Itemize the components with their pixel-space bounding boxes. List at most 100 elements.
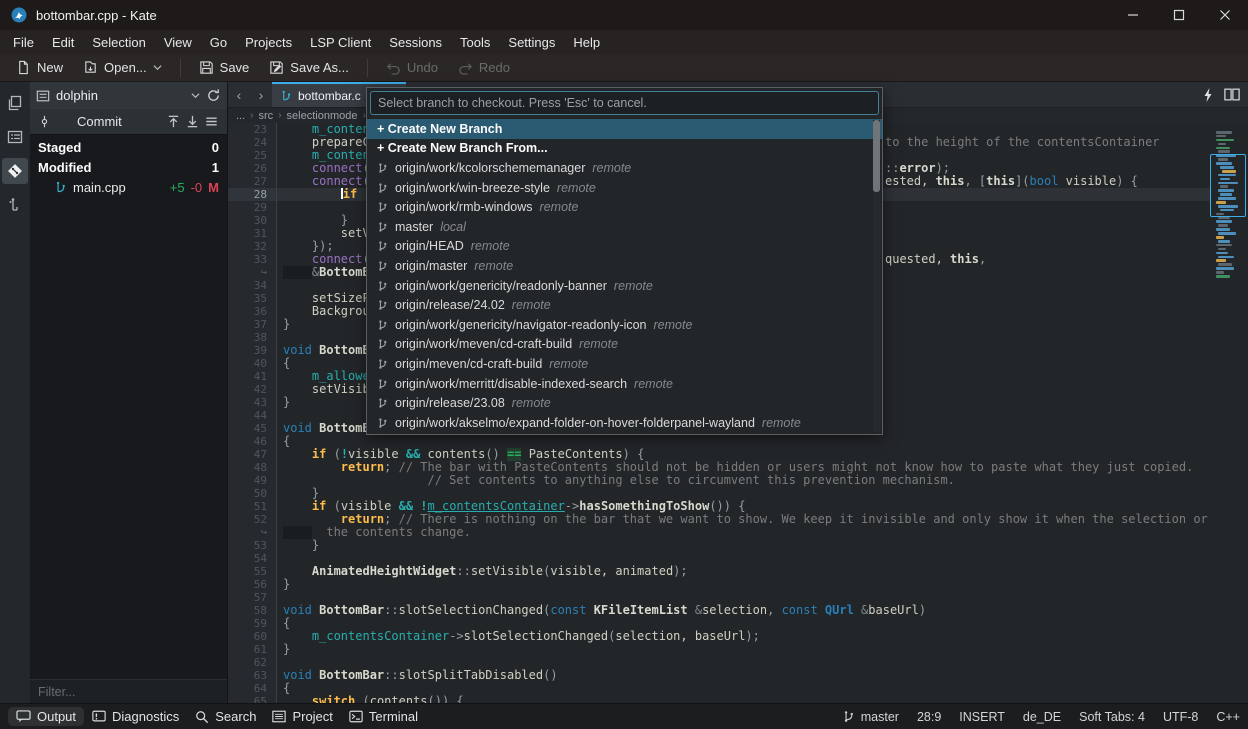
branch-item[interactable]: masterlocal <box>367 217 882 237</box>
highlight-mode[interactable]: C++ <box>1216 710 1240 724</box>
menu-projects[interactable]: Projects <box>236 32 301 53</box>
code-line-51[interactable]: 51 if (visible && !m_contentsContainer->… <box>228 500 1248 513</box>
menu-selection[interactable]: Selection <box>83 32 154 53</box>
branch-item[interactable]: origin/work/rmb-windowsremote <box>367 197 882 217</box>
branch-item[interactable]: origin/masterremote <box>367 256 882 276</box>
menu-edit[interactable]: Edit <box>43 32 83 53</box>
breadcrumb-item[interactable]: ... <box>236 110 245 122</box>
git-tool-icon[interactable] <box>2 158 28 184</box>
branch-action-item[interactable]: + Create New Branch From... <box>367 139 882 159</box>
code-line-62[interactable]: 62 <box>228 656 1248 669</box>
menu-view[interactable]: View <box>155 32 201 53</box>
branch-item[interactable]: origin/meven/cd-craft-buildremote <box>367 354 882 374</box>
back-button[interactable]: ‹ <box>228 82 250 107</box>
code-line-52[interactable]: 52 return; // There is nothing on the ba… <box>228 513 1248 526</box>
popup-scrollbar[interactable] <box>873 120 880 432</box>
close-button[interactable] <box>1202 0 1248 30</box>
new-button[interactable]: New <box>8 56 71 79</box>
lightning-icon[interactable] <box>1203 88 1214 102</box>
code-line-46[interactable]: 46{ <box>228 435 1248 448</box>
branch-item[interactable]: origin/work/genericity/navigator-readonl… <box>367 315 882 335</box>
project-list-icon[interactable] <box>2 124 28 150</box>
menu-tools[interactable]: Tools <box>451 32 499 53</box>
input-mode[interactable]: INSERT <box>959 710 1005 724</box>
code-line-53[interactable]: 53 } <box>228 539 1248 552</box>
save-as-button[interactable]: Save As... <box>261 56 357 79</box>
project-button[interactable]: Project <box>264 707 340 726</box>
modified-row[interactable]: Modified 1 <box>30 157 227 177</box>
branch-item[interactable]: origin/work/win-breeze-styleremote <box>367 178 882 198</box>
diagnostics-button[interactable]: Diagnostics <box>84 707 187 726</box>
output-button[interactable]: Output <box>8 707 84 726</box>
branch-item[interactable]: origin/work/genericity/readonly-bannerre… <box>367 276 882 296</box>
forward-button[interactable]: › <box>250 82 272 107</box>
branch-item[interactable]: origin/release/23.08remote <box>367 393 882 413</box>
dictionary[interactable]: de_DE <box>1023 710 1061 724</box>
code-line-48[interactable]: 48 return; // The bar with PasteContents… <box>228 461 1248 474</box>
menu-go[interactable]: Go <box>201 32 236 53</box>
branches-icon[interactable] <box>2 192 28 218</box>
push-icon[interactable] <box>166 114 181 129</box>
code-line-49[interactable]: 49 // Set contents to anything else to c… <box>228 474 1248 487</box>
code-line-47[interactable]: 47 if (!visible && contents() == PasteCo… <box>228 448 1248 461</box>
line-number: 31 <box>228 227 276 240</box>
code-line-63[interactable]: 63void BottomBar::slotSplitTabDisabled() <box>228 669 1248 682</box>
menu-lsp-client[interactable]: LSP Client <box>301 32 380 53</box>
menu-help[interactable]: Help <box>564 32 609 53</box>
code-line-56[interactable]: 56} <box>228 578 1248 591</box>
cursor-position[interactable]: 28:9 <box>917 710 941 724</box>
documents-icon[interactable] <box>2 90 28 116</box>
refresh-icon[interactable] <box>206 88 221 103</box>
branch-item[interactable]: origin/work/kcolorschememanagerremote <box>367 158 882 178</box>
save-button[interactable]: Save <box>191 56 258 79</box>
minimize-button[interactable] <box>1110 0 1156 30</box>
undo-button[interactable]: Undo <box>378 56 446 79</box>
branch-item[interactable]: origin/work/meven/cd-craft-buildremote <box>367 335 882 355</box>
code-line-57[interactable]: 57 <box>228 591 1248 604</box>
code-line-54[interactable]: 54 <box>228 552 1248 565</box>
menu-settings[interactable]: Settings <box>499 32 564 53</box>
breadcrumb-item[interactable]: selectionmode <box>287 110 358 122</box>
maximize-button[interactable] <box>1156 0 1202 30</box>
branch-item[interactable]: origin/work/akselmo/expand-folder-on-hov… <box>367 413 882 433</box>
code-line-wrap[interactable]: ↪ the contents change. <box>228 526 1248 539</box>
terminal-button[interactable]: Terminal <box>341 707 426 726</box>
status-bar: Output Diagnostics Search Project Termin… <box>0 703 1248 729</box>
branch-item[interactable]: origin/work/ <box>367 433 882 434</box>
git-menu-icon[interactable] <box>204 114 219 129</box>
menu-sessions[interactable]: Sessions <box>380 32 451 53</box>
project-selector[interactable]: dolphin <box>30 82 227 109</box>
branch-search-input[interactable] <box>370 91 879 115</box>
code-line-60[interactable]: 60 m_contentsContainer->slotSelectionCha… <box>228 630 1248 643</box>
breadcrumb-item[interactable]: src <box>259 110 274 122</box>
code-line-65[interactable]: 65 switch (contents()) { <box>228 695 1248 703</box>
branch-item[interactable]: origin/release/24.02remote <box>367 295 882 315</box>
split-view-icon[interactable] <box>1224 88 1240 101</box>
commit-button[interactable]: Commit <box>55 114 122 129</box>
branch-item[interactable]: origin/work/merritt/disable-indexed-sear… <box>367 374 882 394</box>
branch-item[interactable]: origin/HEADremote <box>367 237 882 257</box>
filter-input[interactable] <box>30 685 227 699</box>
line-number: 43 <box>228 396 276 409</box>
open-button[interactable]: Open... <box>75 56 170 79</box>
status-branch[interactable]: master <box>842 710 899 724</box>
minimap-scrollbar[interactable] <box>1210 127 1248 703</box>
code-line-61[interactable]: 61} <box>228 643 1248 656</box>
tab-settings[interactable]: Soft Tabs: 4 <box>1079 710 1145 724</box>
search-button[interactable]: Search <box>187 707 264 726</box>
branch-action-item[interactable]: + Create New Branch <box>367 119 882 139</box>
code-line-64[interactable]: 64{ <box>228 682 1248 695</box>
staged-row[interactable]: Staged 0 <box>30 137 227 157</box>
minimap-viewport[interactable] <box>1210 154 1246 217</box>
code-line-59[interactable]: 59{ <box>228 617 1248 630</box>
code-line-55[interactable]: 55 AnimatedHeightWidget::setVisible(visi… <box>228 565 1248 578</box>
redo-button[interactable]: Redo <box>450 56 518 79</box>
code-line-58[interactable]: 58void BottomBar::slotSelectionChanged(c… <box>228 604 1248 617</box>
modified-file-row[interactable]: main.cpp +5 -0 M <box>30 177 227 197</box>
code-line-50[interactable]: 50 } <box>228 487 1248 500</box>
terminal-icon <box>349 710 363 723</box>
popup-scroll-thumb[interactable] <box>873 120 880 192</box>
pull-icon[interactable] <box>185 114 200 129</box>
menu-file[interactable]: File <box>4 32 43 53</box>
encoding[interactable]: UTF-8 <box>1163 710 1198 724</box>
